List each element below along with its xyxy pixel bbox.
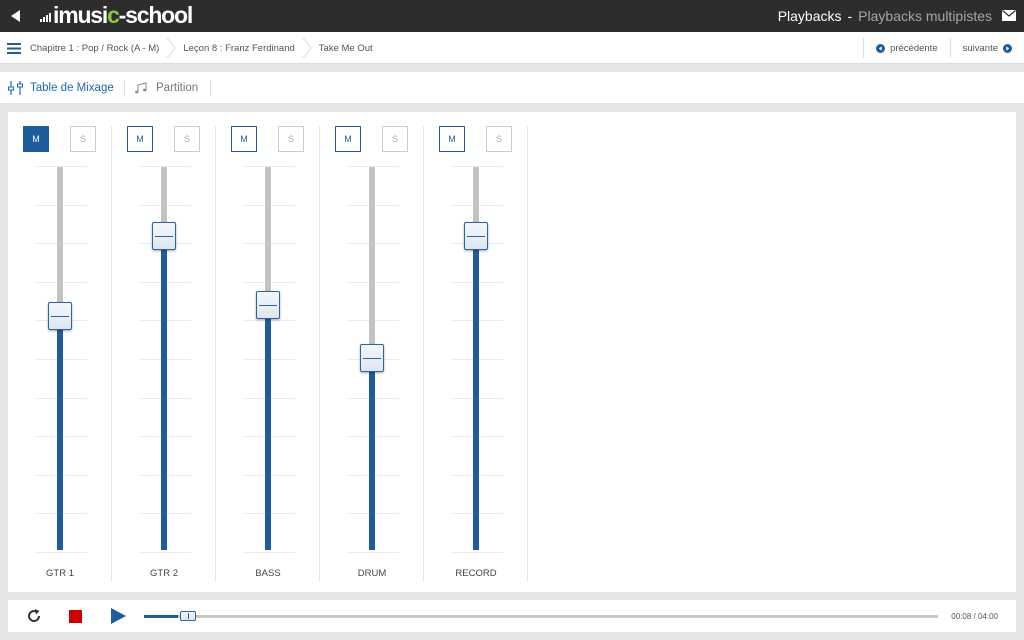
breadcrumb-song[interactable]: Take Me Out (313, 32, 379, 64)
top-bar: imusic-school Playbacks - Playbacks mult… (0, 0, 1024, 32)
fader-scale-tick (242, 552, 295, 553)
transport-bar: 00:08 / 04:00 (8, 600, 1016, 632)
solo-button[interactable]: S (382, 126, 408, 152)
fader-scale-tick (138, 552, 191, 553)
page-title-separator: - (847, 8, 853, 24)
reload-icon (28, 609, 41, 622)
volume-fader-fill (265, 305, 271, 550)
breadcrumb-lesson[interactable]: Leçon 8 : Franz Ferdinand (177, 32, 300, 64)
play-button[interactable] (102, 600, 134, 632)
page-title-main: Playbacks (777, 8, 842, 24)
tab-table-de-mixage[interactable]: Table de Mixage (8, 72, 114, 104)
tab-partition[interactable]: Partition (134, 72, 198, 104)
solo-button[interactable]: S (486, 126, 512, 152)
view-tabs: Table de Mixage Partition (0, 72, 1024, 104)
logo-bars-icon (40, 13, 51, 22)
next-label: suivante (962, 42, 998, 54)
channel-name: GTR 2 (150, 568, 178, 579)
volume-fader-handle[interactable] (48, 302, 72, 330)
solo-button[interactable]: S (174, 126, 200, 152)
mixer-channel: M S DRUM (320, 126, 424, 582)
tab-divider (210, 80, 211, 96)
back-arrow-icon (11, 10, 20, 22)
mail-icon[interactable] (1002, 10, 1016, 21)
channel-name: BASS (255, 568, 281, 579)
breadcrumb: Chapitre 1 : Pop / Rock (A - M) Leçon 8 … (24, 32, 379, 64)
volume-fader-track[interactable] (265, 167, 271, 550)
channel-divider (527, 126, 528, 582)
back-button[interactable] (0, 0, 32, 32)
reload-button[interactable] (18, 600, 50, 632)
mute-button[interactable]: M (127, 126, 153, 152)
fader-scale-tick (34, 552, 87, 553)
volume-fader-handle[interactable] (256, 291, 280, 319)
fader-scale-tick (450, 552, 503, 553)
breadcrumb-chapter[interactable]: Chapitre 1 : Pop / Rock (A - M) (24, 32, 165, 64)
mute-button[interactable]: M (335, 126, 361, 152)
channel-name: DRUM (357, 568, 387, 579)
tab-table-de-mixage-label: Table de Mixage (30, 82, 114, 94)
volume-fader-fill (473, 236, 479, 550)
fader-scale-tick (346, 552, 399, 553)
next-circle-icon (1003, 43, 1012, 53)
page-title-sub: Playbacks multipistes (858, 8, 992, 24)
next-button[interactable]: suivante (949, 38, 1024, 58)
previous-circle-icon (876, 43, 886, 53)
chevron-right-icon (302, 37, 312, 59)
volume-fader-handle[interactable] (360, 344, 384, 372)
mixer-channel: M S RECORD (424, 126, 528, 582)
page-title: Playbacks - Playbacks multipistes (778, 0, 992, 32)
playback-progress-handle[interactable] (180, 611, 196, 621)
volume-fader-handle[interactable] (464, 222, 488, 250)
stop-button[interactable] (59, 600, 91, 632)
menu-icon[interactable] (7, 43, 21, 54)
mixer-channel: M S GTR 2 (112, 126, 216, 582)
volume-fader-handle[interactable] (152, 222, 176, 250)
lesson-navigation: précédente suivante (863, 32, 1024, 64)
logo-text: imusic-school (53, 2, 193, 28)
solo-button[interactable]: S (278, 126, 304, 152)
volume-fader-fill (161, 236, 167, 550)
mute-button[interactable]: M (231, 126, 257, 152)
playback-time: 00:08 / 04:00 (951, 611, 998, 621)
breadcrumb-bar: Chapitre 1 : Pop / Rock (A - M) Leçon 8 … (0, 32, 1024, 64)
stop-icon (68, 609, 82, 623)
volume-fader-fill (369, 358, 375, 550)
playback-progress-bar[interactable] (144, 611, 938, 621)
mixer-channel: M S GTR 1 (8, 126, 112, 582)
channel-name: GTR 1 (46, 568, 74, 579)
previous-label: précédente (890, 42, 938, 54)
music-notes-icon (135, 82, 147, 94)
mixing-table: M S GTR 1 M S GTR 2 M S BASS M S DRUM M S RECORD (8, 112, 1016, 592)
solo-button[interactable]: S (70, 126, 96, 152)
imusic-school-logo[interactable]: imusic-school (40, 2, 193, 28)
tab-partition-label: Partition (156, 82, 199, 94)
playback-progress-fill (144, 615, 178, 618)
channel-name: RECORD (455, 568, 497, 579)
previous-button[interactable]: précédente (863, 38, 950, 58)
mute-button[interactable]: M (23, 126, 49, 152)
tab-divider (124, 80, 125, 96)
chevron-right-icon (166, 37, 176, 59)
mixer-channel: M S BASS (216, 126, 320, 582)
volume-fader-track[interactable] (57, 167, 63, 550)
play-icon (110, 608, 126, 624)
mute-button[interactable]: M (439, 126, 465, 152)
volume-fader-fill (57, 316, 63, 550)
mixer-icon (8, 81, 23, 95)
